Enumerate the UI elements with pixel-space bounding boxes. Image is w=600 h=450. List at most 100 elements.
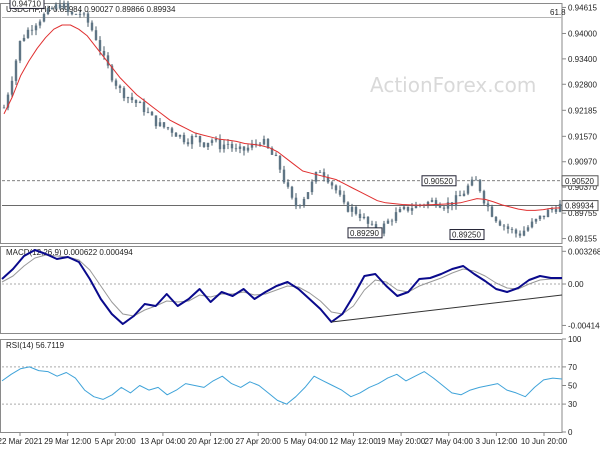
candle-body [362,216,366,219]
candle-body [218,138,222,150]
candle-body [490,206,494,217]
candle-body [346,202,350,212]
candle-body [130,97,134,101]
candle-body [122,88,126,99]
annotation-label: 0.89250 [452,231,481,240]
rsi-tick-label: 100 [568,335,582,344]
candle-body [14,60,18,81]
candle-body [470,179,474,186]
candle-body [310,181,314,193]
macd-tick-label: 0.00 [568,280,584,289]
candle-body [438,205,442,208]
candle-body [314,172,318,182]
candle-body [38,21,42,26]
candle-body [102,50,106,56]
candle-body [166,127,170,129]
candle-body [510,228,514,230]
candle-body [306,192,310,199]
candle-body [342,194,346,203]
price-panel: ActionForex.comUSDCHF,H4 0.89984 0.90027… [0,0,599,244]
candle-body [366,216,370,224]
candle-body [170,128,174,133]
candle-body [66,2,70,12]
x-tick-label: 3 Jun 12:00 [475,437,517,446]
candle-body [330,182,334,186]
candle-body [134,100,138,104]
candle-body [138,102,142,104]
x-tick-label: 29 Mar 12:00 [44,437,92,446]
candle-body [62,2,66,9]
candle-body [554,209,558,212]
candle-body [42,13,46,22]
candle-body [390,220,394,222]
candle-body [146,111,150,113]
price-tick-label: 0.94000 [568,29,597,38]
candle-body [494,216,498,222]
candle-body [454,195,458,206]
candle-body [54,4,58,10]
candle-body [498,221,502,226]
candle-body [546,209,550,218]
rsi-tick-label: 0 [568,428,573,437]
price-tick-label: 0.91570 [568,132,597,141]
rsi-tick-label: 70 [568,363,577,372]
candle-body [466,185,470,194]
macd-tick-label: 0.003268 [568,247,600,256]
panel-frame [0,3,563,244]
candle-body [2,107,6,109]
candle-body [238,146,242,149]
candle-body [274,154,278,156]
rsi-panel: RSI(14) 56.7119 100 70 50 30 0 [0,335,582,437]
candle-body [294,197,298,207]
candle-body [202,142,206,147]
price-tick-label: 0.93400 [568,55,597,64]
candle-body [534,219,538,222]
candle-body [474,179,478,181]
candle-body [210,140,214,143]
candle-body [190,135,194,145]
candle-body [338,190,342,195]
candle-body [446,202,450,209]
price-tick-label: 0.89155 [568,235,597,244]
candle-body [234,148,238,150]
candle-body [530,221,534,228]
x-tick-label: 22 Mar 2021 [0,437,43,446]
candle-body [158,122,162,127]
x-tick-label: 27 May 04:00 [424,437,473,446]
candle-body [302,198,306,206]
annotation-label: 0.94710 [12,0,41,8]
candle-body [10,80,14,95]
candle-body [522,230,526,236]
candle-body [486,203,490,207]
macd-tick-label: -0.004144 [568,321,600,330]
candle-body [222,144,226,150]
candle-body [334,185,338,191]
candle-body [70,11,74,15]
candle-body [34,25,38,31]
candle-body [370,223,374,225]
annotation-label: 0.89290 [350,229,379,238]
candle-body [394,212,398,221]
candle-body [290,186,294,198]
candle-body [242,146,246,151]
candle-body [538,215,542,220]
candle-body [94,30,98,41]
panel-frame [0,246,563,334]
x-axis: 22 Mar 2021 29 Mar 12:00 5 Apr 20:00 13 Apr… [0,432,568,446]
price-level-label: 0.90520 [565,177,594,186]
candle-body [230,143,234,149]
candle-body [278,155,282,170]
candle-body [98,40,102,51]
candle-body [178,134,182,137]
x-tick-label: 13 Apr 04:00 [140,437,186,446]
x-tick-label: 20 Apr 12:00 [188,437,234,446]
candle-body [246,147,250,151]
price-tick-label: 0.92800 [568,80,597,89]
price-tick-label: 0.92185 [568,106,597,115]
chart-canvas: ActionForex.comUSDCHF,H4 0.89984 0.90027… [0,0,600,446]
candle-body [410,208,414,211]
x-tick-label: 19 May 20:00 [377,437,426,446]
candle-body [46,7,50,14]
candle-body [114,80,118,86]
candle-body [502,225,506,227]
